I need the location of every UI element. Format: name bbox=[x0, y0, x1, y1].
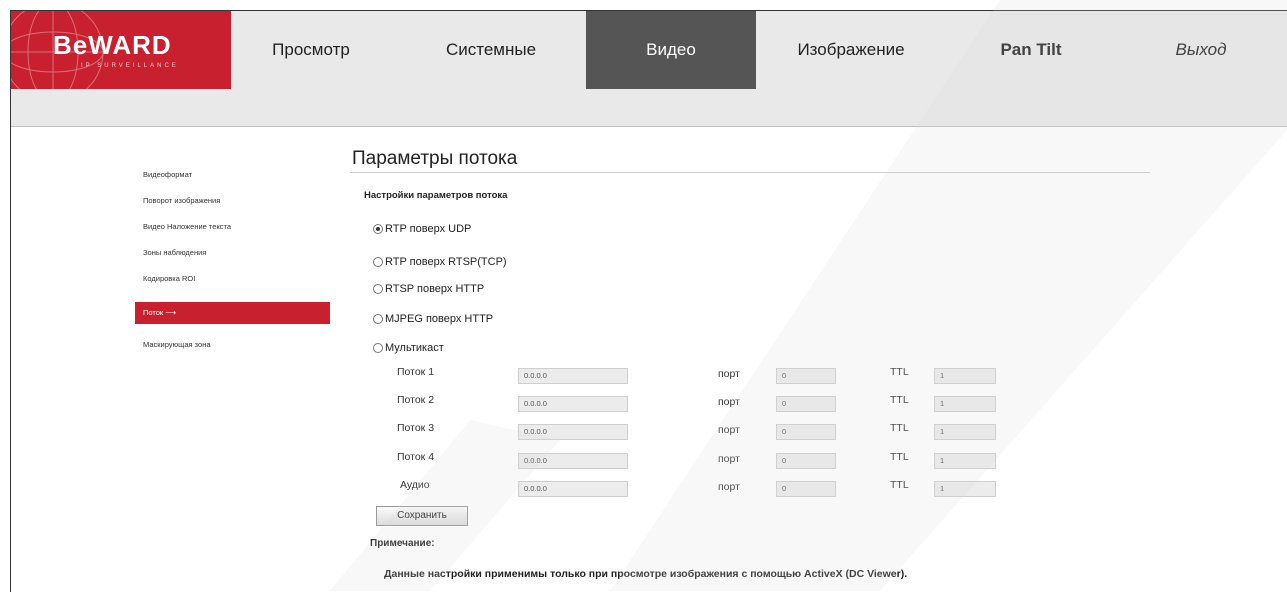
ip-field[interactable]: 0.0.0.0 bbox=[518, 481, 628, 497]
option-label: RTP поверх UDP bbox=[385, 223, 472, 235]
tab-video[interactable]: Видео bbox=[586, 11, 756, 89]
option-label: RTSP поверх HTTP bbox=[385, 283, 485, 295]
sidebar-item-stream[interactable]: Поток ⟶ bbox=[135, 302, 330, 324]
ttl-label: TTL bbox=[890, 394, 909, 406]
ttl-label: TTL bbox=[890, 451, 909, 463]
brand-logo[interactable]: BeWARD IP SURVEILLANCE bbox=[11, 11, 231, 89]
sidebar-item-videoformat[interactable]: Видеоформат bbox=[135, 164, 330, 186]
tab-sistemnye[interactable]: Системные bbox=[406, 11, 576, 89]
ip-field[interactable]: 0.0.0.0 bbox=[518, 424, 628, 440]
section-label: Настройки параметров потока bbox=[364, 190, 508, 201]
stream-name: Поток 3 bbox=[397, 422, 435, 434]
stream-name: Поток 4 bbox=[397, 451, 435, 463]
ip-field[interactable]: 0.0.0.0 bbox=[518, 396, 628, 412]
ip-field[interactable]: 0.0.0.0 bbox=[518, 368, 628, 384]
ttl-field[interactable]: 1 bbox=[934, 453, 996, 469]
arrow-right-icon: ⟶ bbox=[165, 308, 177, 317]
stream-name: Поток 2 bbox=[397, 394, 435, 406]
option-rtp-udp[interactable]: RTP поверх UDP bbox=[373, 220, 471, 238]
option-multicast[interactable]: Мультикаст bbox=[373, 339, 444, 357]
ttl-field[interactable]: 1 bbox=[934, 396, 996, 412]
radio-button[interactable] bbox=[373, 343, 383, 353]
sidebar-item-zones[interactable]: Зоны наблюдения bbox=[135, 242, 330, 264]
option-mjpeg-http[interactable]: MJPEG поверх HTTP bbox=[373, 310, 493, 328]
ttl-field[interactable]: 1 bbox=[934, 424, 996, 440]
port-field[interactable]: 0 bbox=[776, 481, 836, 497]
radio-button[interactable] bbox=[373, 314, 383, 324]
tab-prosmotr[interactable]: Просмотр bbox=[251, 11, 371, 89]
port-label: порт bbox=[718, 368, 740, 380]
top-header: BeWARD IP SURVEILLANCE Просмотр Системны… bbox=[11, 11, 1287, 127]
brand-name: BeWARD bbox=[53, 30, 172, 60]
port-label: порт bbox=[718, 481, 740, 493]
title-divider bbox=[350, 172, 1150, 173]
ttl-label: TTL bbox=[890, 479, 909, 491]
port-field[interactable]: 0 bbox=[776, 368, 836, 384]
note-label: Примечание: bbox=[370, 538, 435, 549]
option-label: Мультикаст bbox=[385, 342, 444, 354]
sidebar-item-rotation[interactable]: Поворот изображения bbox=[135, 190, 330, 212]
tab-logout[interactable]: Выход bbox=[1126, 11, 1276, 89]
ttl-label: TTL bbox=[890, 422, 909, 434]
port-field[interactable]: 0 bbox=[776, 396, 836, 412]
page-title: Параметры потока bbox=[352, 148, 518, 169]
option-rtp-rtsp[interactable]: RTP поверх RTSP(TCP) bbox=[373, 253, 507, 271]
radio-button[interactable] bbox=[373, 284, 383, 294]
brand-tagline: IP SURVEILLANCE bbox=[81, 63, 179, 69]
tab-pan-tilt[interactable]: Pan Tilt bbox=[946, 11, 1116, 89]
ttl-label: TTL bbox=[890, 366, 909, 378]
ttl-field[interactable]: 1 bbox=[934, 368, 996, 384]
port-label: порт bbox=[718, 453, 740, 465]
option-label: RTP поверх RTSP(TCP) bbox=[385, 256, 507, 268]
browser-page: BeWARD IP SURVEILLANCE Просмотр Системны… bbox=[10, 10, 1287, 592]
port-label: порт bbox=[718, 396, 740, 408]
sidebar-item-roi[interactable]: Кодировка ROI bbox=[135, 268, 330, 290]
radio-button[interactable] bbox=[373, 224, 383, 234]
port-field[interactable]: 0 bbox=[776, 453, 836, 469]
sidebar-item-text-overlay[interactable]: Видео Наложение текста bbox=[135, 216, 330, 238]
note-text: Данные настройки применимы только при пр… bbox=[384, 568, 908, 580]
stream-name: Поток 1 bbox=[397, 366, 435, 378]
radio-button[interactable] bbox=[373, 257, 383, 267]
ip-field[interactable]: 0.0.0.0 bbox=[518, 453, 628, 469]
stream-name: Аудио bbox=[400, 479, 430, 491]
sidebar-item-label: Поток bbox=[143, 308, 164, 317]
option-rtsp-http[interactable]: RTSP поверх HTTP bbox=[373, 280, 484, 298]
option-label: MJPEG поверх HTTP bbox=[385, 313, 494, 325]
ttl-field[interactable]: 1 bbox=[934, 481, 996, 497]
port-label: порт bbox=[718, 424, 740, 436]
save-button[interactable]: Сохранить bbox=[376, 506, 468, 526]
port-field[interactable]: 0 bbox=[776, 424, 836, 440]
tab-izobrazhenie[interactable]: Изображение bbox=[766, 11, 936, 89]
sidebar-item-mask[interactable]: Маскирующая зона bbox=[135, 334, 330, 356]
